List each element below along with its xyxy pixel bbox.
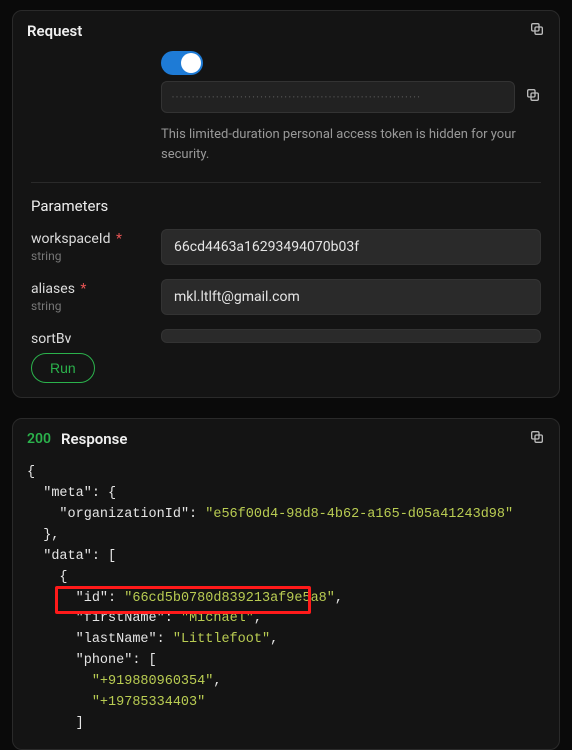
json-val-organizationid: e56f00d4-98d8-4b62-a165-d05a41243d98 [213,507,505,522]
response-panel: 200 Response { "meta": { "organizationId… [12,418,560,750]
required-asterisk: * [116,231,122,247]
param-label-aliases: aliases [31,281,75,297]
aliases-input[interactable]: mkl.ltlft@gmail.com [161,279,541,315]
json-key-meta: meta [51,486,83,501]
copy-response-icon[interactable] [529,429,545,449]
run-button[interactable]: Run [31,353,95,383]
request-panel: Request x ••••••••••••••••••••••••••••••… [12,10,560,398]
token-field-row: ••••••••••••••••••••••••••••••••••••••••… [161,81,541,113]
param-row-workspaceid: workspaceId * string 66cd4463a1629349407… [31,229,541,265]
json-val-phone0: +919880960354 [100,674,205,689]
request-title: Request [27,22,82,40]
workspaceid-input[interactable]: 66cd4463a16293494070b03f [161,229,541,265]
section-divider [31,182,541,183]
request-body: x ••••••••••••••••••••••••••••••••••••••… [13,51,559,397]
copy-request-icon[interactable] [529,21,545,41]
json-val-phone1: +19785334403 [100,695,197,710]
json-key-id: id [84,591,100,606]
sortby-input[interactable] [161,329,541,343]
param-type-workspaceid: string [31,249,161,263]
json-key-firstname: firstName [84,611,157,626]
param-row-aliases: aliases * string mkl.ltlft@gmail.com [31,279,541,315]
json-key-organizationid: organizationId [68,507,181,522]
response-json[interactable]: { "meta": { "organizationId": "e56f00d4-… [13,459,559,749]
json-key-data: data [51,549,83,564]
param-label-workspaceid: workspaceId [31,231,111,247]
response-header: 200 Response [13,419,559,459]
request-header: Request [13,11,559,51]
json-val-lastname: Littlefoot [181,632,262,647]
json-key-lastname: lastName [84,632,149,647]
json-val-firstname: Michael [189,611,246,626]
token-hint-text: This limited-duration personal access to… [161,125,541,164]
token-input[interactable]: ••••••••••••••••••••••••••••••••••••••••… [161,81,515,113]
token-toggle-row: x [161,51,541,75]
param-row-sortby: sortBy [31,329,541,343]
param-label-sortby: sortBy [31,331,71,343]
param-type-aliases: string [31,299,161,313]
json-key-phone: phone [84,653,125,668]
required-asterisk: * [80,281,86,297]
copy-token-icon[interactable] [525,87,541,107]
json-val-id: 66cd5b0780d839213af9e5a8 [132,591,326,606]
token-toggle[interactable] [161,51,203,75]
status-code: 200 [27,431,51,447]
response-title: Response [61,430,127,448]
parameters-heading: Parameters [31,197,541,215]
